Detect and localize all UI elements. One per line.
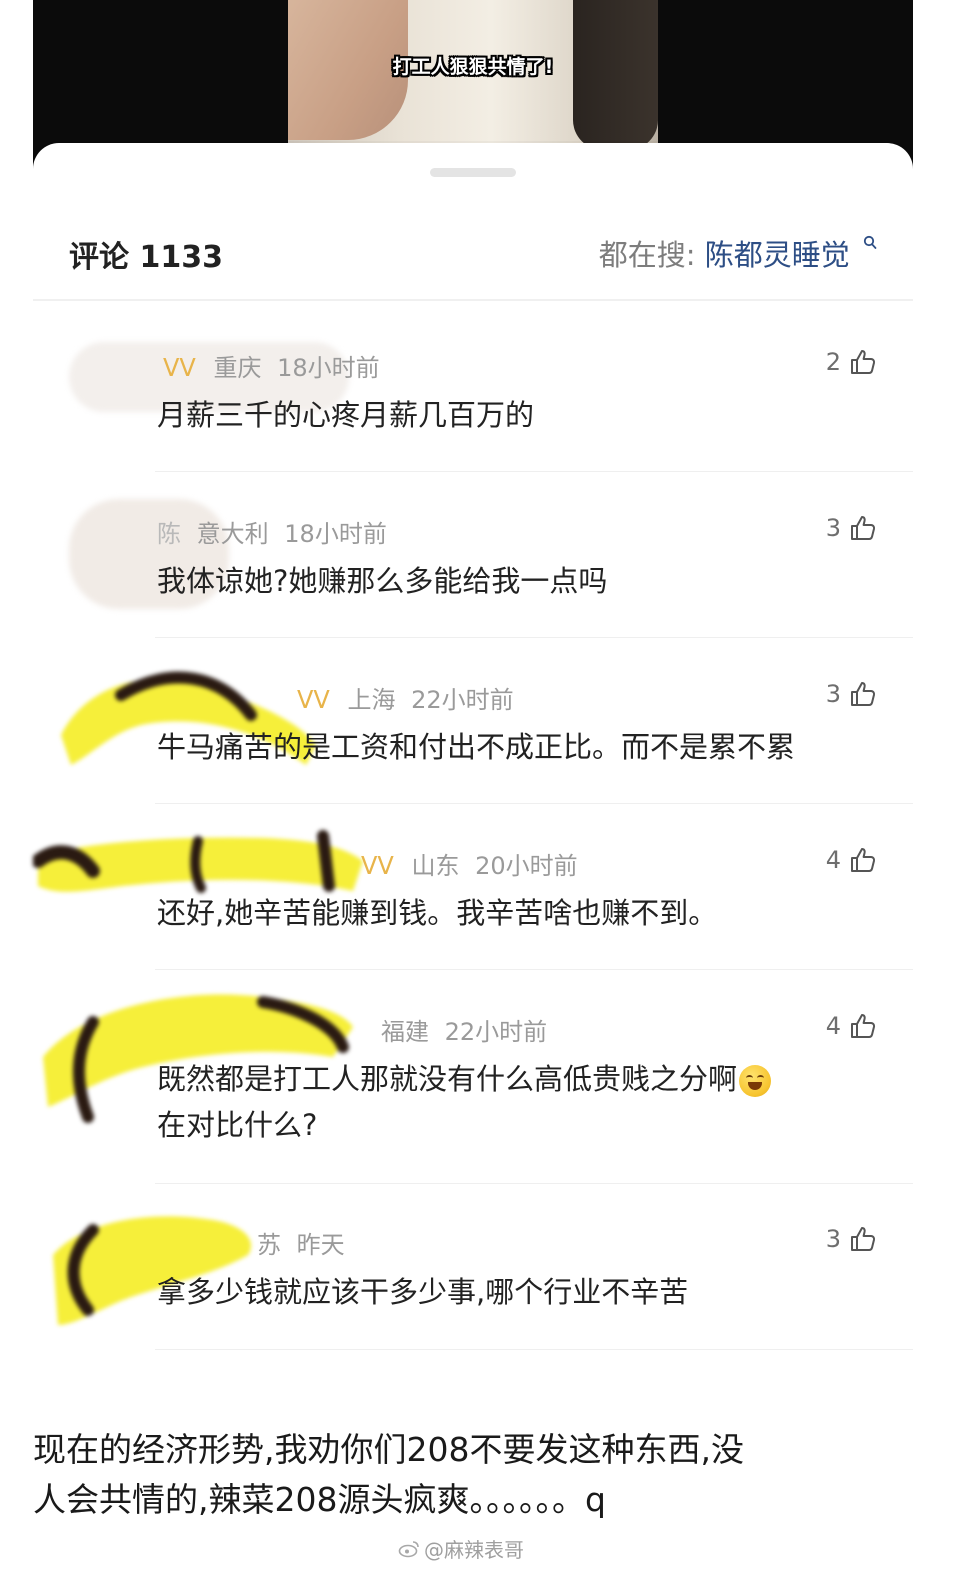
- comment-text: 月薪三千的心疼月薪几百万的: [157, 398, 535, 432]
- comment-header: 评论 1133 都在搜: 陈都灵睡觉: [33, 228, 913, 280]
- like-count: 4: [825, 1012, 841, 1040]
- like-button[interactable]: 4: [826, 1012, 877, 1040]
- comment-region: 意大利: [196, 520, 269, 548]
- comment-meta: 苏 昨天: [157, 1225, 345, 1260]
- comment-region: 苏: [257, 1231, 281, 1259]
- like-count: 3: [825, 1225, 841, 1253]
- laughing-tears-emoji: [739, 1065, 772, 1097]
- like-button[interactable]: 3: [826, 514, 877, 542]
- comment-text: 还好,她辛苦能赚到钱。我辛苦啥也赚不到。: [157, 896, 718, 930]
- comment-divider: [155, 637, 913, 638]
- comment-text-line: 在对比什么?: [157, 1108, 318, 1142]
- thumbs-up-icon: [851, 1227, 876, 1251]
- thumbs-up-icon: [851, 350, 876, 374]
- comment-meta: 陈 意大利 18小时前: [157, 514, 387, 549]
- thumbs-up-icon: [851, 682, 876, 706]
- comment-time: 18小时前: [284, 520, 387, 548]
- comment-sheet: 评论 1133 都在搜: 陈都灵睡觉 ᐯᐯ 重庆 18小时前 2 月薪三千的心疼…: [33, 143, 913, 1383]
- vip-badge-icon: ᐯᐯ: [163, 354, 196, 382]
- comment-meta: ᐯᐯ 上海 22小时前: [157, 680, 514, 715]
- watermark: @麻辣表哥: [398, 1534, 524, 1563]
- hot-search-link[interactable]: 都在搜: 陈都灵睡觉: [599, 232, 877, 274]
- thumbs-up-icon: [851, 1014, 876, 1038]
- comment-time: 22小时前: [444, 1018, 548, 1046]
- vip-badge-icon: ᐯᐯ: [297, 686, 330, 714]
- comment-text-line: 既然都是打工人那就没有什么高低贵贱之分啊: [157, 1062, 738, 1096]
- search-icon: [863, 235, 877, 249]
- post-caption-line: 人会共情的,辣菜208源头疯爽。。。。。。q: [33, 1480, 606, 1519]
- header-divider: [33, 299, 913, 301]
- drag-handle[interactable]: [430, 168, 516, 177]
- comment-divider: [155, 471, 913, 472]
- comment-meta: ᐯᐯ 山东 20小时前: [157, 846, 578, 881]
- video-caption: 打工人狠狠共情了!: [392, 56, 554, 78]
- comment-text: 牛马痛苦的是工资和付出不成正比。而不是累不累: [157, 730, 796, 764]
- comment-meta: 福建 22小时前: [157, 1012, 547, 1047]
- comment-divider: [155, 1183, 913, 1184]
- vip-badge-icon: ᐯᐯ: [361, 852, 394, 880]
- like-count: 3: [825, 680, 841, 708]
- comment-text: 拿多少钱就应该干多少事,哪个行业不辛苦: [157, 1275, 689, 1309]
- comment-region: 重庆: [213, 354, 262, 382]
- thumbs-up-icon: [851, 848, 876, 872]
- comment-username[interactable]: 陈: [157, 520, 181, 548]
- watermark-text: @麻辣表哥: [424, 1538, 524, 1562]
- post-caption: 现在的经济形势,我劝你们208不要发这种东西,没 人会共情的,辣菜208源头疯爽…: [33, 1425, 913, 1525]
- comment-region: 山东: [411, 852, 460, 880]
- comment-time: 昨天: [296, 1231, 345, 1259]
- comment-time: 18小时前: [277, 354, 380, 382]
- comment-time: 22小时前: [411, 686, 514, 714]
- comment-region: 上海: [347, 686, 396, 714]
- comment-text: 我体谅她?她赚那么多能给我一点吗: [157, 564, 608, 598]
- like-count: 4: [825, 846, 841, 874]
- comment-text: 既然都是打工人那就没有什么高低贵贱之分啊 在对比什么?: [157, 1056, 857, 1148]
- weibo-icon: [398, 1540, 419, 1557]
- like-count: 3: [825, 514, 841, 542]
- post-caption-line: 现在的经济形势,我劝你们208不要发这种东西,没: [33, 1430, 744, 1469]
- comment-region: 福建: [381, 1018, 429, 1046]
- comment-count: 评论 1133: [69, 240, 223, 275]
- like-button[interactable]: 2: [826, 348, 877, 376]
- thumbs-up-icon: [851, 516, 876, 540]
- like-button[interactable]: 3: [826, 1225, 877, 1253]
- comment-divider: [155, 1349, 913, 1350]
- like-button[interactable]: 4: [826, 846, 877, 874]
- hot-search-term[interactable]: 陈都灵睡觉: [705, 238, 850, 272]
- hot-search-label: 都在搜:: [598, 238, 696, 272]
- comment-meta: ᐯᐯ 重庆 18小时前: [157, 348, 380, 383]
- like-count: 2: [825, 348, 841, 376]
- like-button[interactable]: 3: [826, 680, 877, 708]
- comment-divider: [155, 803, 913, 804]
- comment-time: 20小时前: [475, 852, 578, 880]
